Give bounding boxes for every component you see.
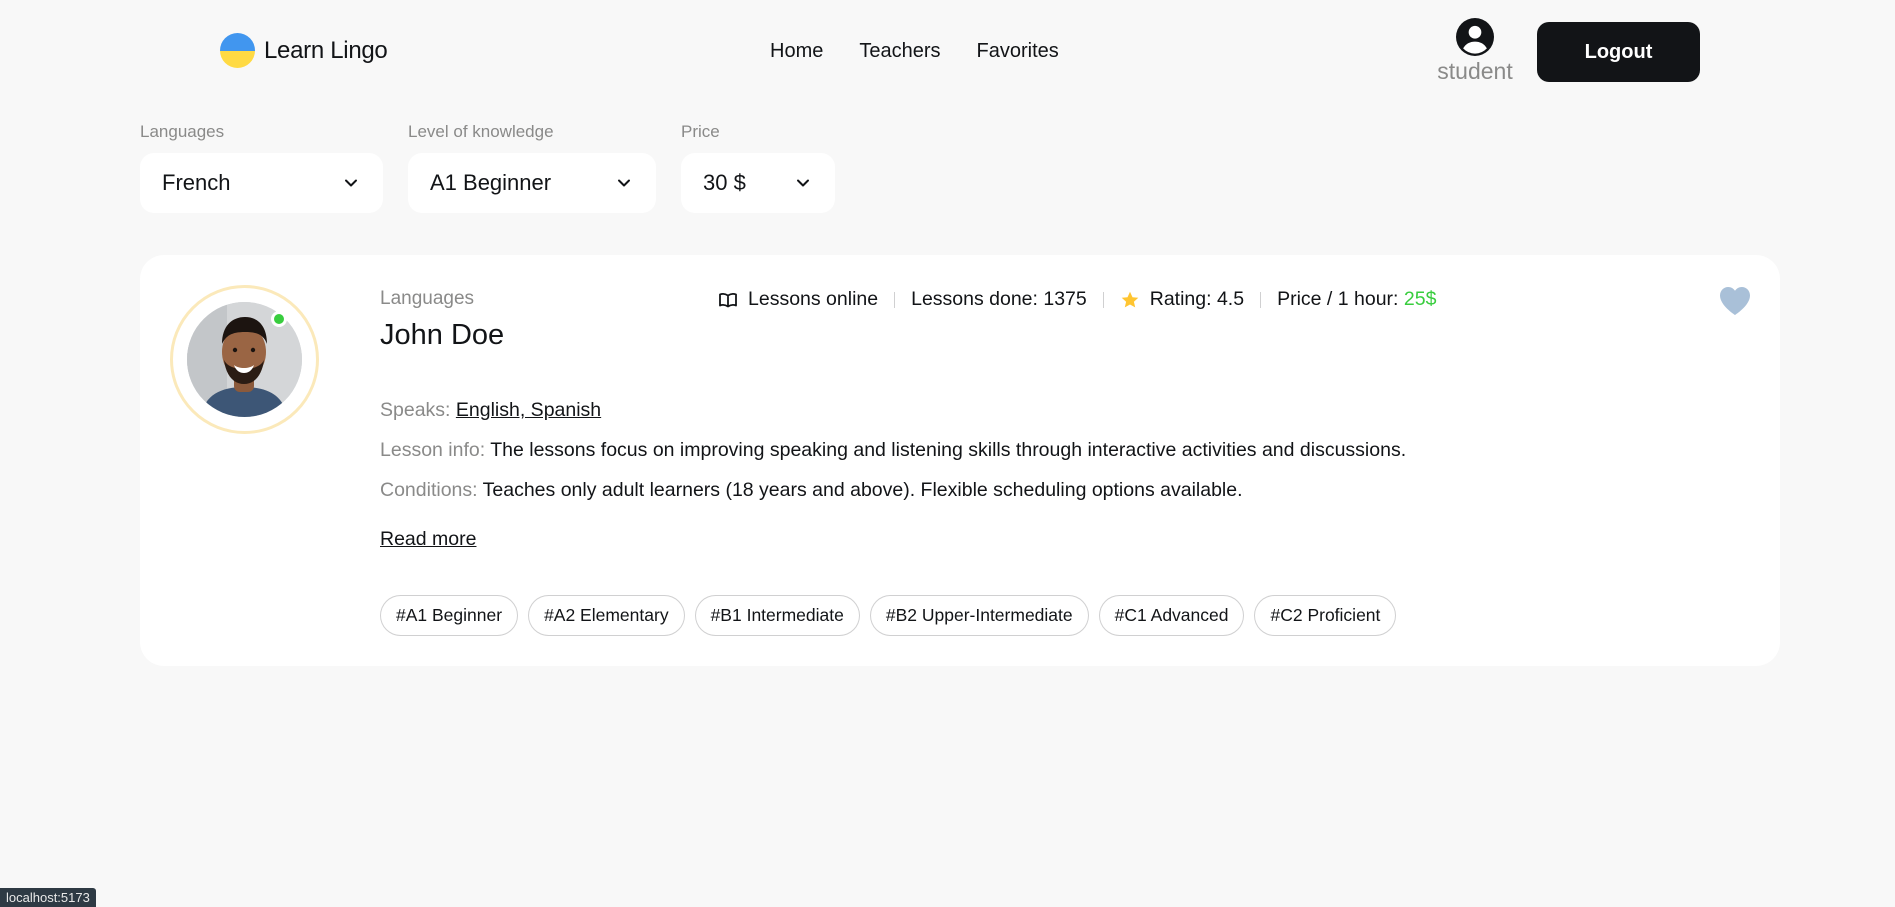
chevron-down-icon [797,179,809,187]
price-filter: Price 30 $ [681,122,835,213]
languages-select[interactable]: French [140,153,383,213]
stat-lessons-online: Lessons online [718,288,878,311]
conditions-label: Conditions: [380,479,478,501]
lessons-done-label: Lessons done: 1375 [911,288,1087,310]
stat-divider [894,291,896,308]
stat-price: Price / 1 hour: 25$ [1277,288,1436,311]
price-filter-label: Price [681,122,720,141]
level-tag[interactable]: #B1 Intermediate [694,595,860,636]
star-icon [1121,291,1139,307]
level-tag[interactable]: #C2 Proficient [1254,595,1397,636]
nav-home[interactable]: Home [770,40,823,63]
lessons-online-label: Lessons online [748,288,879,310]
avatar-ring [170,285,319,434]
browser-status-bar: localhost:5173 [0,888,96,907]
price-label: Price / 1 hour: [1277,288,1399,310]
rating-label: Rating: 4.5 [1149,288,1245,310]
level-filter-label: Level of knowledge [408,122,554,141]
conditions-line: Conditions: Teaches only adult learners … [380,479,1243,502]
user-circle-icon [1456,18,1494,56]
level-filter: Level of knowledge A1 Beginner [408,122,656,213]
chevron-down-icon [618,179,630,187]
user-role-label: student [1437,58,1513,84]
stat-rating: Rating: 4.5 [1120,288,1244,311]
level-tag[interactable]: #B2 Upper-Intermediate [869,595,1089,636]
nav-favorites[interactable]: Favorites [977,40,1059,63]
logo[interactable]: Learn Lingo [220,33,388,68]
chevron-down-icon [345,179,357,187]
ukraine-flag-icon [220,33,255,68]
price-select-value: 30 $ [703,170,746,195]
logout-button[interactable]: Logout [1537,22,1700,82]
price-select[interactable]: 30 $ [681,153,835,213]
price-value: 25$ [1403,288,1437,310]
header: Learn Lingo Home Teachers Favorites stud… [0,0,1895,104]
read-more-link[interactable]: Read more [380,528,476,551]
conditions-value: Teaches only adult learners (18 years an… [482,479,1243,501]
teacher-category: Languages [380,288,475,309]
level-tag[interactable]: #A1 Beginner [380,595,519,636]
level-select-value: A1 Beginner [430,170,552,195]
logo-text: Learn Lingo [264,36,388,64]
languages-filter: Languages French [140,122,383,213]
speaks-label: Speaks: [380,399,451,421]
online-status-dot [271,311,287,327]
level-select[interactable]: A1 Beginner [408,153,656,213]
teacher-name: John Doe [380,319,505,351]
lesson-info-value: The lessons focus on improving speaking … [490,439,1407,461]
languages-select-value: French [162,170,231,195]
heart-icon[interactable] [1718,285,1752,317]
teacher-card: Languages John Doe Lessons online Lesson… [140,255,1780,666]
stat-divider [1260,291,1262,308]
speaks-line: Speaks: English, Spanish [380,399,601,422]
nav-teachers[interactable]: Teachers [859,40,940,63]
level-tag[interactable]: #C1 Advanced [1098,595,1245,636]
user-profile[interactable]: student [1436,18,1514,85]
lesson-info-line: Lesson info: The lessons focus on improv… [380,439,1406,462]
speaks-value: English, Spanish [455,399,602,421]
main-nav: Home Teachers Favorites [770,40,1059,63]
book-open-icon [719,292,737,307]
stat-divider [1102,291,1104,308]
teacher-stats: Lessons online Lessons done: 1375 Rating… [718,288,1436,311]
lesson-info-label: Lesson info: [380,439,486,461]
languages-filter-label: Languages [140,122,225,141]
level-tags: #A1 Beginner #A2 Elementary #B1 Intermed… [380,595,1397,636]
stat-lessons-done: Lessons done: 1375 [911,288,1087,311]
level-tag[interactable]: #A2 Elementary [528,595,685,636]
